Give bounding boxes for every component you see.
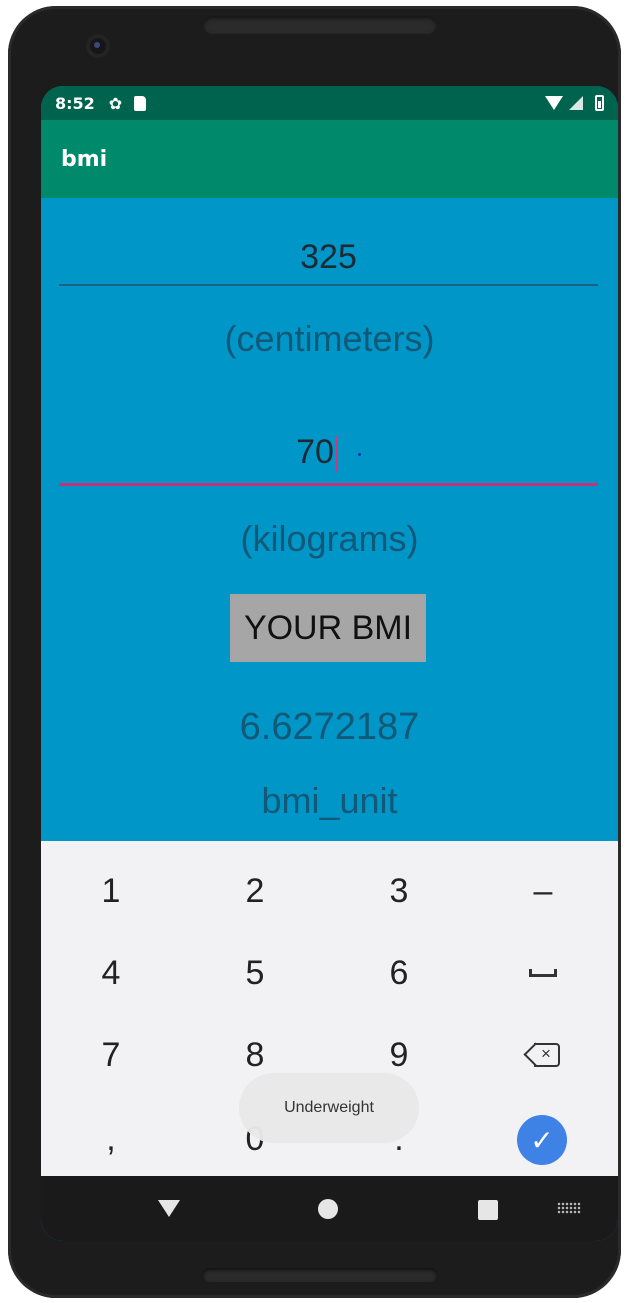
front-camera — [86, 34, 110, 58]
weight-value: 70 — [296, 433, 334, 471]
key-space[interactable] — [473, 933, 613, 1013]
app-title: bmi — [61, 146, 108, 172]
key-2[interactable]: 2 — [185, 851, 325, 931]
weight-unit-label: (kilograms) — [240, 518, 419, 559]
screen: 8:52 ✿ bmi 325 (centimeters) 70 (kilogra… — [41, 86, 618, 1241]
status-right-icons — [545, 95, 604, 111]
top-speaker — [203, 16, 437, 34]
space-icon — [529, 969, 557, 977]
key-7[interactable]: 7 — [41, 1015, 181, 1095]
text-cursor — [335, 436, 338, 473]
height-value: 325 — [300, 238, 357, 276]
signal-icon — [569, 96, 583, 110]
bmi-unit-label: bmi_unit — [261, 780, 398, 821]
key-5[interactable]: 5 — [185, 933, 325, 1013]
back-icon[interactable] — [158, 1200, 180, 1217]
wifi-icon — [545, 96, 563, 110]
keyboard-switch-icon[interactable] — [557, 1202, 581, 1214]
key-6[interactable]: 6 — [329, 933, 469, 1013]
key-3[interactable]: 3 — [329, 851, 469, 931]
key-4[interactable]: 4 — [41, 933, 181, 1013]
height-input[interactable]: 325 — [59, 228, 598, 286]
gear-icon: ✿ — [108, 93, 123, 113]
sd-card-icon — [134, 95, 147, 111]
checkmark-icon: ✓ — [530, 1124, 554, 1156]
bmi-form: 325 (centimeters) 70 (kilograms) YOUR BM… — [41, 198, 618, 838]
key-comma[interactable]: , — [41, 1099, 181, 1179]
key-1[interactable]: 1 — [41, 851, 181, 931]
home-icon[interactable] — [318, 1199, 338, 1219]
recents-icon[interactable] — [478, 1200, 498, 1220]
height-unit-label: (centimeters) — [224, 318, 435, 359]
weight-input[interactable]: 70 — [59, 416, 598, 486]
battery-icon — [595, 95, 604, 111]
backspace-icon: × — [523, 1042, 560, 1067]
toast-message: Underweight — [239, 1073, 419, 1143]
bmi-result: 6.6272187 — [239, 706, 420, 748]
done-button[interactable]: ✓ — [517, 1115, 567, 1165]
bottom-speaker — [203, 1268, 437, 1282]
navigation-bar — [41, 1176, 618, 1241]
cursor-handle[interactable] — [357, 452, 361, 456]
status-time: 8:52 — [55, 93, 95, 113]
status-bar: 8:52 ✿ — [41, 86, 618, 120]
phone-frame: 8:52 ✿ bmi 325 (centimeters) 70 (kilogra… — [8, 6, 621, 1298]
key-backspace[interactable]: × — [473, 1015, 613, 1095]
calculate-bmi-button[interactable]: YOUR BMI — [230, 594, 426, 662]
app-bar: bmi — [41, 120, 618, 198]
key-dash[interactable]: – — [473, 851, 613, 931]
